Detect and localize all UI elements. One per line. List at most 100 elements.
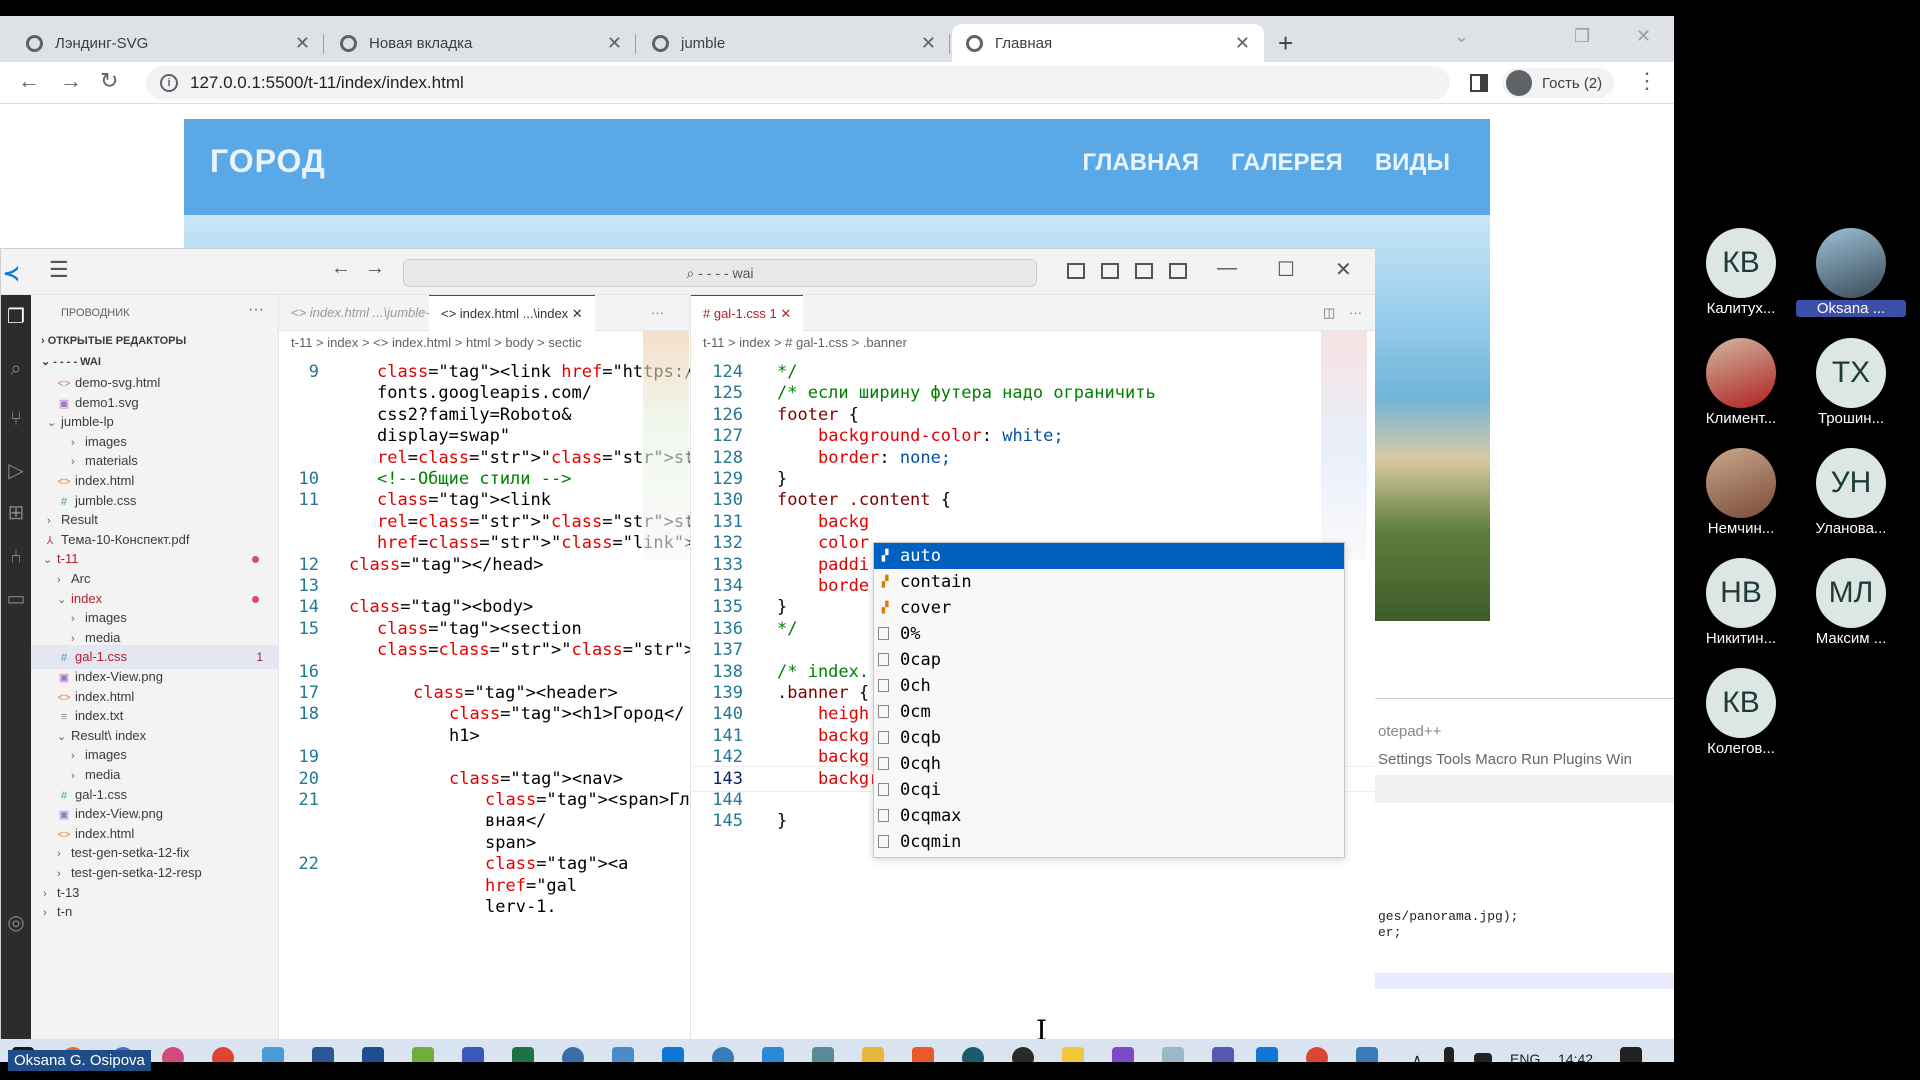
- app-icon[interactable]: [362, 1047, 384, 1062]
- vscode-icon[interactable]: [662, 1047, 684, 1062]
- explorer-icon[interactable]: ❐: [4, 305, 28, 329]
- participant-tile[interactable]: ТХ Трошин...: [1796, 338, 1906, 438]
- maximize-icon[interactable]: ☐: [1277, 257, 1295, 282]
- close-icon[interactable]: ✕: [295, 33, 310, 54]
- workspace-section[interactable]: ⌄ - - - - WAI: [41, 355, 101, 368]
- address-bar[interactable]: i 127.0.0.1:5500/t-11/index/index.html: [146, 66, 1450, 100]
- reload-icon[interactable]: ↻: [100, 68, 118, 94]
- menu-icon[interactable]: ☰: [49, 257, 69, 283]
- participant-tile[interactable]: Климент...: [1686, 338, 1796, 438]
- app-icon[interactable]: [412, 1047, 434, 1062]
- source-control-icon[interactable]: ⑂: [4, 407, 28, 431]
- nav-link-views[interactable]: ВИДЫ: [1375, 149, 1450, 177]
- editor-tab-index[interactable]: <> index.html ...\index ✕: [429, 295, 595, 331]
- participant-tile[interactable]: УН Уланова...: [1796, 448, 1906, 548]
- suggestion-item[interactable]: 0ch: [874, 673, 1344, 699]
- microphone-icon[interactable]: [1444, 1047, 1454, 1062]
- close-window-icon[interactable]: ✕: [1636, 26, 1651, 47]
- save-icon[interactable]: [462, 1047, 484, 1062]
- breadcrumb[interactable]: t-11 > index > <> index.html > html > bo…: [291, 335, 582, 350]
- clock[interactable]: 14:42: [1558, 1051, 1593, 1062]
- nav-link-gallery[interactable]: ГАЛЕРЕЯ: [1231, 149, 1343, 177]
- browser-tab-landing[interactable]: Лэндинг-SVG ✕: [12, 24, 324, 62]
- more-icon[interactable]: ⋮: [1636, 68, 1658, 94]
- suggestion-item[interactable]: 0cqmin: [874, 829, 1344, 855]
- participant-tile[interactable]: НВ Никитин...: [1686, 558, 1796, 658]
- minimize-icon[interactable]: —: [1217, 257, 1237, 280]
- more-icon[interactable]: ···: [248, 301, 264, 319]
- browser-tab-jumble[interactable]: jumble ✕: [638, 24, 950, 62]
- suggestion-item[interactable]: 0cqh: [874, 751, 1344, 777]
- app-icon[interactable]: [1112, 1047, 1134, 1062]
- browser-tab-main[interactable]: Главная ✕: [952, 24, 1264, 62]
- customize-layout-icon[interactable]: [1169, 263, 1187, 279]
- profile-button[interactable]: Гость (2): [1502, 68, 1615, 98]
- more-icon[interactable]: ···: [639, 295, 676, 331]
- toggle-secondary-sidebar-icon[interactable]: [1135, 263, 1153, 279]
- participant-tile[interactable]: Oksana ...: [1796, 228, 1906, 328]
- open-editors-section[interactable]: › ОТКРЫТЫЕ РЕДАКТОРЫ: [41, 335, 186, 347]
- calculator-icon[interactable]: [612, 1047, 634, 1062]
- app-icon[interactable]: [962, 1047, 984, 1062]
- suggestion-item[interactable]: ▞ auto: [874, 543, 1344, 569]
- brave-icon[interactable]: [912, 1047, 934, 1062]
- forward-icon[interactable]: →: [60, 68, 82, 94]
- suggestion-item[interactable]: 0cap: [874, 647, 1344, 673]
- suggestion-item[interactable]: ▞ cover: [874, 595, 1344, 621]
- suggestion-item[interactable]: ▞ contain: [874, 569, 1344, 595]
- side-panel-icon[interactable]: [1470, 74, 1488, 92]
- participant-tile[interactable]: КВ Колегов...: [1686, 668, 1796, 768]
- battery-icon[interactable]: [1474, 1053, 1492, 1062]
- toggle-sidebar-icon[interactable]: [1067, 263, 1085, 279]
- participant-tile[interactable]: МЛ Максим ...: [1796, 558, 1906, 658]
- back-icon[interactable]: ←: [18, 68, 40, 94]
- info-icon[interactable]: i: [160, 74, 178, 92]
- app-icon[interactable]: [712, 1047, 734, 1062]
- chevron-up-icon[interactable]: ∧: [1412, 1051, 1422, 1062]
- notifications-icon[interactable]: [1620, 1047, 1642, 1062]
- app-icon[interactable]: [812, 1047, 834, 1062]
- suggestion-item[interactable]: 0cqmax: [874, 803, 1344, 829]
- suggestion-item[interactable]: 0cqb: [874, 725, 1344, 751]
- remote-icon[interactable]: ⑃: [4, 545, 28, 569]
- command-center[interactable]: ⌕ - - - - wai: [403, 259, 1037, 287]
- app-icon[interactable]: [1012, 1047, 1034, 1062]
- browser-tab-new[interactable]: Новая вкладка ✕: [326, 24, 636, 62]
- notepad-toolbar[interactable]: [1374, 775, 1674, 803]
- account-icon[interactable]: ◎: [4, 911, 28, 935]
- restore-icon[interactable]: ❐: [1574, 26, 1590, 47]
- notepad-menu[interactable]: Settings Tools Macro Run Plugins Win: [1378, 751, 1632, 768]
- tree-folder[interactable]: › t-n: [31, 900, 278, 924]
- suggestion-item[interactable]: 0%: [874, 621, 1344, 647]
- app-icon[interactable]: [1062, 1047, 1084, 1062]
- editor-tab-jumble-index[interactable]: <> index.html ...\jumble-lp: [279, 295, 452, 331]
- app-icon[interactable]: [162, 1047, 184, 1062]
- back-icon[interactable]: ←: [331, 257, 351, 280]
- app-icon[interactable]: [1356, 1047, 1378, 1062]
- chrome-icon[interactable]: [212, 1047, 234, 1062]
- search-icon[interactable]: ⌕: [4, 357, 28, 381]
- close-icon[interactable]: ✕: [1335, 257, 1352, 282]
- new-tab-button[interactable]: +: [1278, 28, 1293, 59]
- extensions-icon[interactable]: ⊞: [4, 501, 28, 525]
- folder-icon[interactable]: [862, 1047, 884, 1062]
- participant-tile[interactable]: Немчин...: [1686, 448, 1796, 548]
- close-icon[interactable]: ✕: [921, 33, 936, 54]
- app-icon[interactable]: [1162, 1047, 1184, 1062]
- app-icon[interactable]: [562, 1047, 584, 1062]
- app-icon[interactable]: [262, 1047, 284, 1062]
- minimap[interactable]: [1321, 331, 1367, 561]
- minimap[interactable]: [643, 331, 689, 561]
- language-indicator[interactable]: ENG: [1510, 1051, 1540, 1062]
- chevron-down-icon[interactable]: ⌄: [1454, 26, 1469, 47]
- close-icon[interactable]: ✕: [607, 33, 622, 54]
- code-line[interactable]: lerv-1.: [279, 894, 690, 920]
- vscode-icon[interactable]: [1256, 1047, 1278, 1062]
- excel-icon[interactable]: [512, 1047, 534, 1062]
- suggestion-item[interactable]: 0cm: [874, 699, 1344, 725]
- play-icon[interactable]: [762, 1047, 784, 1062]
- breadcrumb[interactable]: t-11 > index > # gal-1.css > .banner: [703, 335, 907, 350]
- editor-tab-gal-css[interactable]: # gal-1.css 1 ✕: [691, 295, 804, 331]
- word-icon[interactable]: [312, 1047, 334, 1062]
- forward-icon[interactable]: →: [365, 257, 385, 280]
